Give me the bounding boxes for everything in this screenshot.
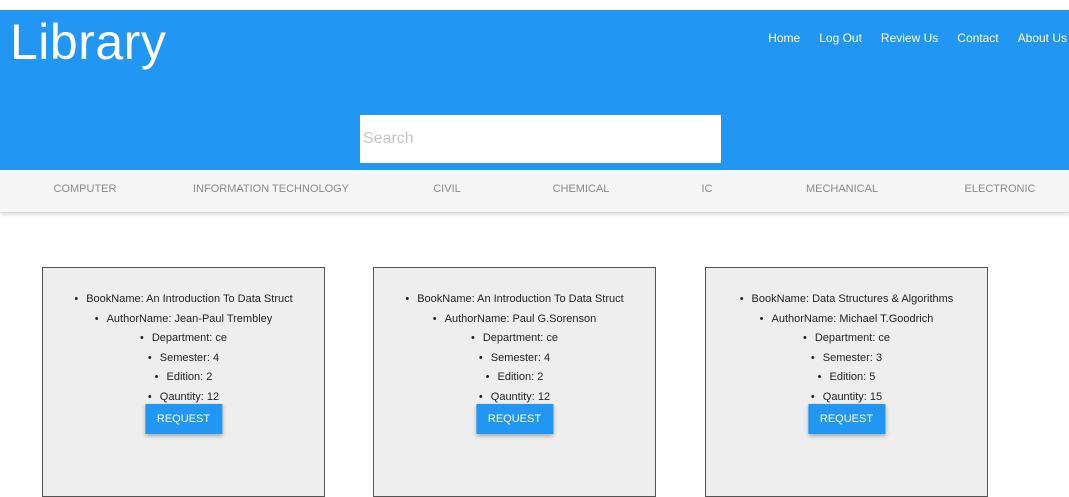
book-department: Department: ce: [374, 329, 655, 349]
nav-about-link[interactable]: About Us: [1018, 30, 1067, 46]
book-card: BookName: An Introduction To Data Struct…: [42, 267, 325, 497]
category-computer[interactable]: COMPUTER: [54, 183, 117, 195]
book-name: BookName: An Introduction To Data Struct: [374, 290, 655, 310]
book-department: Department: ce: [706, 329, 987, 349]
book-card: BookName: An Introduction To Data Struct…: [373, 267, 656, 497]
category-electronic[interactable]: ELECTRONIC: [965, 183, 1036, 195]
request-button[interactable]: REQUEST: [807, 404, 886, 434]
book-author: AuthorName: Jean-Paul Trembley: [43, 310, 324, 330]
book-semester: Semester: 4: [43, 349, 324, 369]
book-semester: Semester: 4: [374, 349, 655, 369]
book-department: Department: ce: [43, 329, 324, 349]
category-information-technology[interactable]: INFORMATION TECHNOLOGY: [193, 183, 349, 195]
request-button[interactable]: REQUEST: [144, 404, 223, 434]
top-nav: Home Log Out Review Us Contact About Us: [768, 30, 1067, 46]
book-details: BookName: Data Structures & Algorithms A…: [706, 290, 987, 407]
book-details: BookName: An Introduction To Data Struct…: [374, 290, 655, 407]
category-chemical[interactable]: CHEMICAL: [553, 183, 610, 195]
book-details: BookName: An Introduction To Data Struct…: [43, 290, 324, 407]
book-edition: Edition: 5: [706, 368, 987, 388]
nav-home-link[interactable]: Home: [768, 30, 800, 46]
site-header: Library Home Log Out Review Us Contact A…: [0, 10, 1069, 170]
book-semester: Semester: 3: [706, 349, 987, 369]
site-title[interactable]: Library: [10, 12, 166, 72]
category-bar: COMPUTER INFORMATION TECHNOLOGY CIVIL CH…: [0, 170, 1069, 213]
category-civil[interactable]: CIVIL: [433, 183, 461, 195]
book-card: BookName: Data Structures & Algorithms A…: [705, 267, 988, 497]
book-name: BookName: Data Structures & Algorithms: [706, 290, 987, 310]
request-button[interactable]: REQUEST: [475, 404, 554, 434]
book-name: BookName: An Introduction To Data Struct: [43, 290, 324, 310]
book-edition: Edition: 2: [43, 368, 324, 388]
book-edition: Edition: 2: [374, 368, 655, 388]
search-input[interactable]: [360, 115, 721, 163]
book-author: AuthorName: Paul G.Sorenson: [374, 310, 655, 330]
nav-contact-link[interactable]: Contact: [957, 30, 998, 46]
nav-review-link[interactable]: Review Us: [881, 30, 938, 46]
nav-logout-link[interactable]: Log Out: [819, 30, 862, 46]
book-author: AuthorName: Michael T.Goodrich: [706, 310, 987, 330]
category-ic[interactable]: IC: [702, 183, 713, 195]
category-mechanical[interactable]: MECHANICAL: [806, 183, 878, 195]
